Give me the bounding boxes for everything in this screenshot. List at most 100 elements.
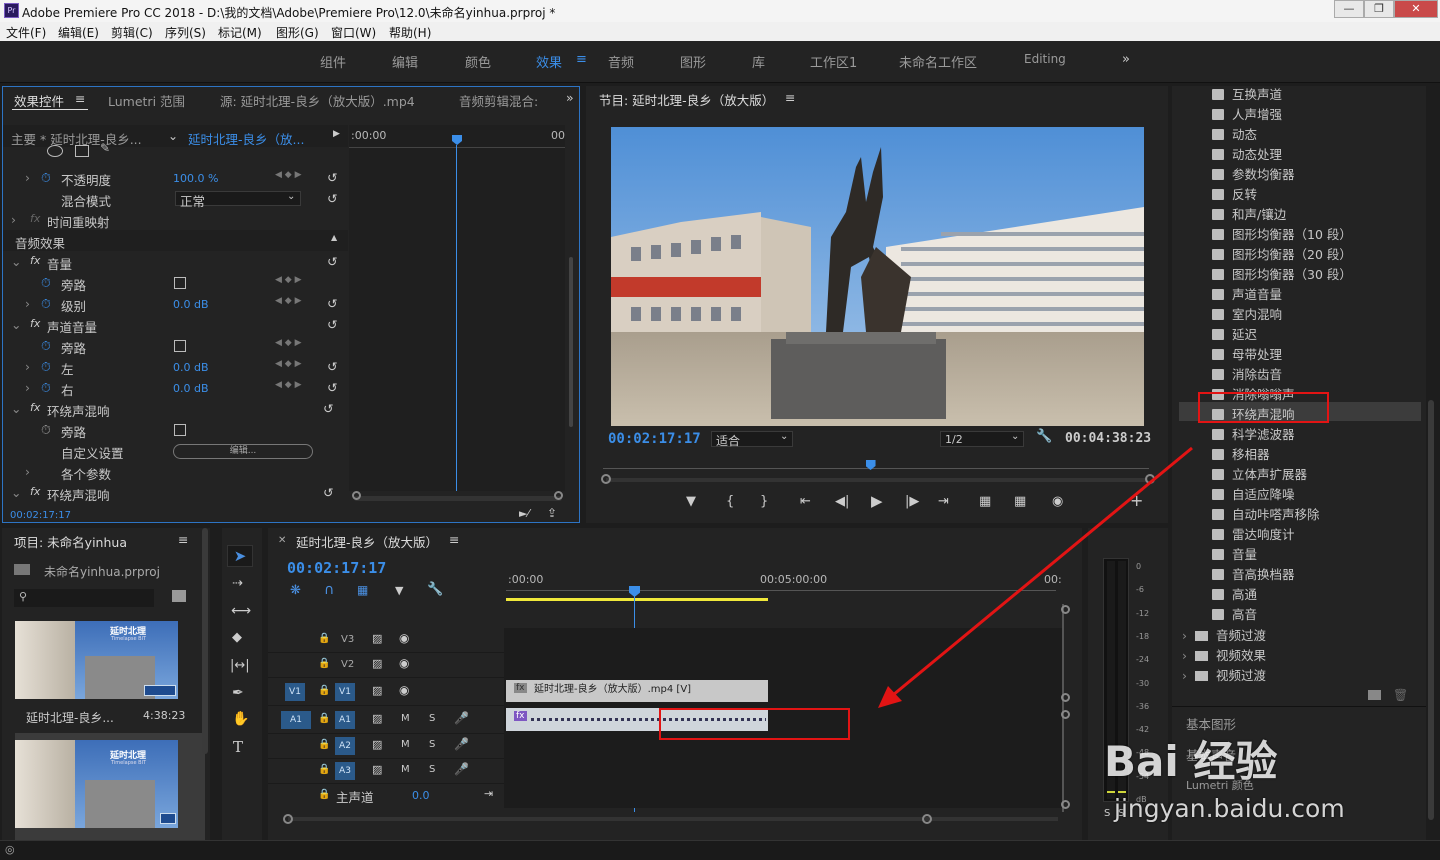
- bypass-checkbox[interactable]: [174, 340, 186, 352]
- extract-icon[interactable]: ▦: [1014, 494, 1026, 509]
- keyframe-nav-icon[interactable]: ◀ ◆ ▶: [275, 359, 302, 369]
- solo-button[interactable]: S: [429, 764, 435, 775]
- folder-audio-transitions[interactable]: › 音频过渡: [1182, 625, 1266, 644]
- folder-video-effects[interactable]: › 视频效果: [1182, 645, 1266, 664]
- reset-icon[interactable]: ↺: [327, 170, 337, 185]
- workspace-unnamed[interactable]: 未命名工作区: [899, 52, 977, 71]
- more-workspaces-icon[interactable]: »: [1122, 52, 1130, 67]
- camera-icon[interactable]: ◉: [1052, 494, 1063, 509]
- source-patch-a1[interactable]: A1: [281, 711, 311, 729]
- search-input[interactable]: ⚲: [14, 589, 154, 607]
- timeline-title[interactable]: 延时北理-良乡（放大版）: [296, 532, 438, 551]
- stopwatch-icon[interactable]: ⏱: [41, 338, 51, 354]
- add-marker-icon[interactable]: ▼: [686, 494, 696, 509]
- effect-item[interactable]: 雷达响度计: [1212, 524, 1295, 543]
- fx-icon[interactable]: fx: [30, 401, 40, 414]
- tab-effect-controls[interactable]: 效果控件: [14, 91, 64, 110]
- workspace-effects[interactable]: 效果: [536, 52, 562, 71]
- params-label[interactable]: 各个参数: [61, 464, 111, 483]
- fx-icon[interactable]: fx: [30, 317, 40, 330]
- add-marker-icon[interactable]: ▼: [395, 584, 403, 597]
- reset-icon[interactable]: ↺: [323, 485, 333, 500]
- workspace-audio[interactable]: 音频: [608, 52, 634, 71]
- sync-lock-icon[interactable]: ▨: [372, 684, 382, 697]
- effect-item[interactable]: 反转: [1212, 184, 1257, 203]
- program-monitor-title[interactable]: 节目: 延时北理-良乡（放大版）: [599, 90, 774, 109]
- eye-icon[interactable]: ◉: [399, 631, 409, 645]
- right-value[interactable]: 0.0 dB: [173, 382, 209, 395]
- solo-left[interactable]: S: [1104, 808, 1110, 819]
- work-area-bar[interactable]: [506, 598, 768, 601]
- reset-icon[interactable]: ↺: [327, 296, 337, 311]
- stopwatch-icon[interactable]: ⏱: [41, 275, 51, 291]
- video-clip[interactable]: fx 延时北理-良乡（放大版）.mp4 [V]: [506, 680, 768, 702]
- edit-button[interactable]: 编辑...: [173, 444, 313, 459]
- nest-icon[interactable]: ❋: [290, 583, 301, 598]
- stopwatch-icon[interactable]: ⏱: [41, 359, 51, 375]
- time-ruler[interactable]: [506, 590, 1056, 591]
- effect-item[interactable]: 图形均衡器（30 段）: [1212, 264, 1352, 283]
- volume-label[interactable]: 音量: [47, 254, 72, 273]
- reset-icon[interactable]: ↺: [327, 380, 337, 395]
- microphone-icon[interactable]: 🎤: [454, 762, 469, 776]
- collapse-up-icon[interactable]: ▲: [331, 233, 337, 242]
- effect-item[interactable]: 和声/镶边: [1212, 204, 1286, 223]
- panel-menu-icon[interactable]: ≡: [178, 532, 188, 547]
- keyframe-area[interactable]: :00:00 00: [349, 125, 565, 491]
- left-value[interactable]: 0.0 dB: [173, 361, 209, 374]
- lock-icon[interactable]: 🔒: [318, 658, 330, 669]
- play-icon[interactable]: ▶: [871, 492, 883, 510]
- sync-lock-icon[interactable]: ▨: [372, 657, 382, 670]
- opacity-value[interactable]: 100.0 %: [173, 172, 218, 185]
- fit-select[interactable]: 适合 ⌄: [711, 431, 793, 448]
- mark-out-icon[interactable]: }: [760, 494, 768, 509]
- effect-item[interactable]: 图形均衡器（10 段）: [1212, 224, 1352, 243]
- minimize-button[interactable]: —: [1334, 0, 1364, 18]
- linked-selection-icon[interactable]: ▦: [357, 583, 368, 597]
- go-to-end-icon[interactable]: ⇥: [484, 787, 493, 800]
- program-timecode[interactable]: 00:02:17:17: [608, 431, 701, 447]
- mark-in-icon[interactable]: {: [726, 494, 734, 509]
- effect-item[interactable]: 动态处理: [1212, 144, 1282, 163]
- effects-scrollbar[interactable]: [1428, 400, 1434, 820]
- microphone-icon[interactable]: 🎤: [454, 711, 469, 725]
- reset-icon[interactable]: ↺: [323, 401, 333, 416]
- effect-item[interactable]: 音量: [1212, 544, 1257, 563]
- source-patch-v1[interactable]: V1: [285, 683, 305, 701]
- project-title[interactable]: 项目: 未命名yinhua: [14, 532, 127, 551]
- stopwatch-icon[interactable]: ⏱: [41, 296, 51, 312]
- new-bin-icon[interactable]: [172, 590, 186, 602]
- keyframe-nav-icon[interactable]: ◀ ◆ ▶: [275, 296, 302, 306]
- channel-volume-label[interactable]: 声道音量: [47, 317, 97, 336]
- stopwatch-icon[interactable]: ⏱: [41, 380, 51, 396]
- go-to-out-icon[interactable]: ⇥: [938, 494, 949, 509]
- workspace-menu-icon[interactable]: ≡: [576, 52, 587, 67]
- reset-icon[interactable]: ↺: [327, 359, 337, 374]
- clip-name[interactable]: 延时北理-良乡...: [26, 709, 114, 726]
- eye-icon[interactable]: ◉: [399, 683, 409, 697]
- maximize-button[interactable]: ❐: [1364, 0, 1394, 18]
- target-a1[interactable]: A1: [335, 711, 355, 729]
- reset-icon[interactable]: ↺: [327, 254, 337, 269]
- menu-clip[interactable]: 剪辑(C): [111, 24, 153, 41]
- razor-tool-icon[interactable]: ◆: [232, 630, 242, 645]
- solo-button[interactable]: S: [429, 739, 435, 750]
- rect-mask-icon[interactable]: [75, 145, 89, 157]
- menu-window[interactable]: 窗口(W): [331, 24, 376, 41]
- zoom-scrollbar[interactable]: [354, 496, 562, 501]
- effect-item[interactable]: 自适应降噪: [1212, 484, 1295, 503]
- go-to-in-icon[interactable]: ⇤: [800, 494, 811, 509]
- menu-file[interactable]: 文件(F): [6, 24, 46, 41]
- type-tool-icon[interactable]: T: [233, 738, 243, 756]
- workspace-libraries[interactable]: 库: [752, 52, 765, 71]
- sync-lock-icon[interactable]: ▨: [372, 632, 382, 645]
- lock-icon[interactable]: 🔒: [318, 739, 330, 750]
- effect-item[interactable]: 移相器: [1212, 444, 1270, 463]
- surround-reverb-label[interactable]: 环绕声混响: [47, 401, 110, 420]
- eye-icon[interactable]: ◉: [399, 656, 409, 670]
- level-value[interactable]: 0.0 dB: [173, 298, 209, 311]
- tab-lumetri-scopes[interactable]: Lumetri 范围: [108, 91, 185, 110]
- close-tab-icon[interactable]: ✕: [278, 535, 286, 546]
- effect-item[interactable]: 母带处理: [1212, 344, 1282, 363]
- panel-menu-icon[interactable]: ≡: [785, 90, 795, 105]
